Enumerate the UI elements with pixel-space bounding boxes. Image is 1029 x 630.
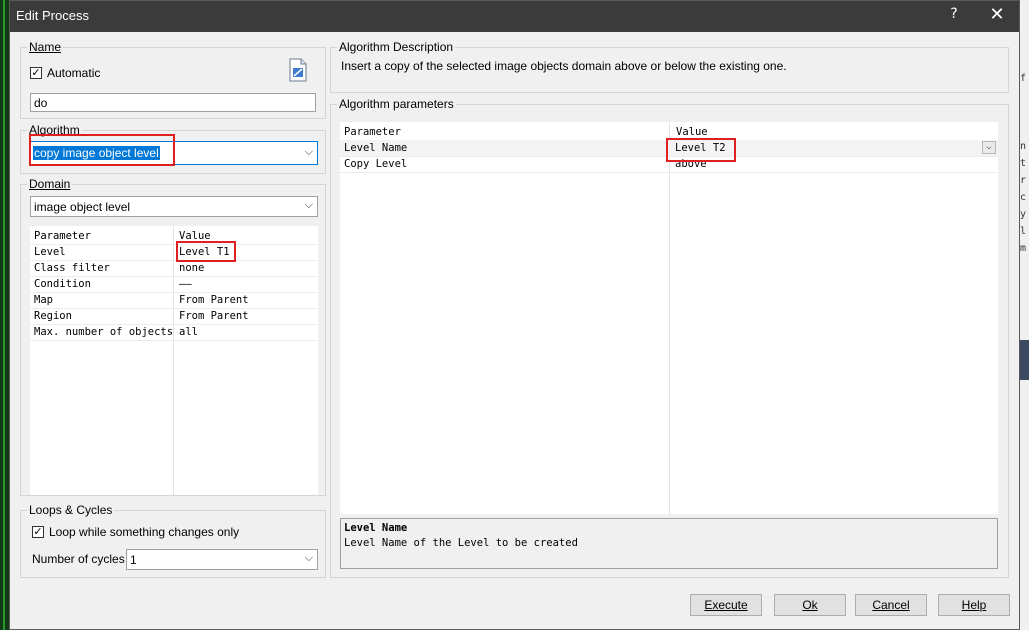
help-label: Help (961, 598, 987, 612)
description-group-label: Algorithm Description (337, 40, 456, 54)
algorithm-param-grid: Parameter Value Level Name Level T2 ⌵ Co… (340, 122, 998, 514)
param-help-title: Level Name (344, 522, 408, 534)
table-row[interactable]: Condition —— (30, 276, 318, 293)
row-param: Level Name (344, 142, 408, 154)
row-param: Region (34, 310, 72, 322)
row-dropdown-button[interactable]: ⌵ (982, 141, 996, 154)
cycles-select[interactable]: 1 ⌵ (126, 549, 318, 570)
param-help-panel: Level Name Level Name of the Level to be… (340, 518, 998, 569)
edit-name-icon[interactable] (288, 58, 308, 82)
header-value: Value (179, 230, 211, 242)
table-row[interactable]: Map From Parent (30, 292, 318, 309)
name-input[interactable]: do (30, 93, 316, 112)
background-stripe (3, 0, 5, 630)
name-group-label: Name (27, 40, 64, 54)
domain-group-label: Domain (27, 177, 73, 191)
grid-divider (669, 122, 670, 514)
row-value: Level T2 (675, 142, 726, 154)
ok-label: Ok (802, 598, 818, 612)
chevron-down-icon: ⌵ (304, 199, 313, 211)
row-value: above (675, 158, 707, 170)
title-help-button[interactable]: ? (944, 6, 964, 26)
row-param: Max. number of objects (34, 326, 174, 338)
automatic-checkbox[interactable]: ✓ (30, 67, 42, 79)
ok-button[interactable]: Ok (774, 594, 846, 616)
cancel-button[interactable]: Cancel (855, 594, 927, 616)
help-button[interactable]: Help (938, 594, 1010, 616)
domain-param-grid: Parameter Value Level Level T1 Class fil… (30, 226, 318, 495)
execute-button[interactable]: Execute (690, 594, 762, 616)
header-parameter: Parameter (344, 126, 401, 138)
row-value: From Parent (179, 294, 249, 306)
param-help-text: Level Name of the Level to be created (344, 537, 578, 549)
cancel-label: Cancel (872, 598, 910, 612)
algorithm-group-label: Algorithm (27, 123, 82, 137)
row-value: Level T1 (179, 246, 230, 258)
execute-label: Execute (704, 598, 748, 612)
row-value: none (179, 262, 205, 274)
table-row[interactable]: Level Name Level T2 ⌵ (340, 140, 998, 157)
algorithm-selected-value: copy image object level (33, 146, 160, 160)
loops-group: Loops & Cycles ✓ Loop while something ch… (20, 503, 326, 578)
algorithm-group: Algorithm copy image object level ⌵ (20, 123, 326, 174)
row-param: Copy Level (344, 158, 408, 170)
row-param: Condition (34, 278, 91, 290)
algorithm-select[interactable]: copy image object level ⌵ (30, 141, 318, 165)
loop-label: Loop while something changes only (49, 525, 240, 539)
description-group: Algorithm Description Insert a copy of t… (330, 40, 1009, 93)
params-group: Algorithm parameters Parameter Value Lev… (330, 97, 1009, 578)
table-row[interactable]: Level Level T1 (30, 244, 318, 261)
background-panel (1020, 340, 1029, 380)
header-parameter: Parameter (34, 230, 91, 242)
row-param: Level (34, 246, 66, 258)
automatic-label: Automatic (47, 66, 101, 80)
params-group-label: Algorithm parameters (337, 97, 456, 111)
table-row[interactable]: Region From Parent (30, 308, 318, 325)
chevron-down-icon: ⌵ (304, 146, 313, 158)
row-value: From Parent (179, 310, 249, 322)
name-group: Name ✓ Automatic do (20, 40, 326, 119)
header-value: Value (676, 126, 708, 138)
row-value: all (179, 326, 198, 338)
table-header: Parameter Value (30, 228, 318, 245)
domain-selected-value: image object level (34, 200, 131, 214)
row-param: Class filter (34, 262, 110, 274)
edit-process-dialog: Edit Process ? ✕ Name ✓ Automatic do Alg… (9, 0, 1020, 630)
row-value: —— (179, 278, 192, 290)
window-title: Edit Process (16, 8, 89, 23)
loop-checkbox[interactable]: ✓ (32, 526, 44, 538)
row-param: Map (34, 294, 53, 306)
domain-group: Domain image object level ⌵ Parameter Va… (20, 177, 326, 496)
chevron-down-icon: ⌵ (304, 552, 313, 564)
background-text-fragments: f ntrcylm (1020, 73, 1027, 254)
table-header: Parameter Value (340, 124, 998, 141)
table-row[interactable]: Class filter none (30, 260, 318, 277)
cycles-value: 1 (130, 553, 137, 567)
close-button[interactable]: ✕ (985, 4, 1009, 28)
description-text: Insert a copy of the selected image obje… (341, 59, 787, 73)
domain-select[interactable]: image object level ⌵ (30, 196, 318, 217)
loops-group-label: Loops & Cycles (27, 503, 115, 517)
title-bar: Edit Process ? ✕ (10, 1, 1019, 32)
cycles-label: Number of cycles (32, 552, 125, 566)
table-row[interactable]: Copy Level above (340, 156, 998, 173)
table-row[interactable]: Max. number of objects all (30, 324, 318, 341)
